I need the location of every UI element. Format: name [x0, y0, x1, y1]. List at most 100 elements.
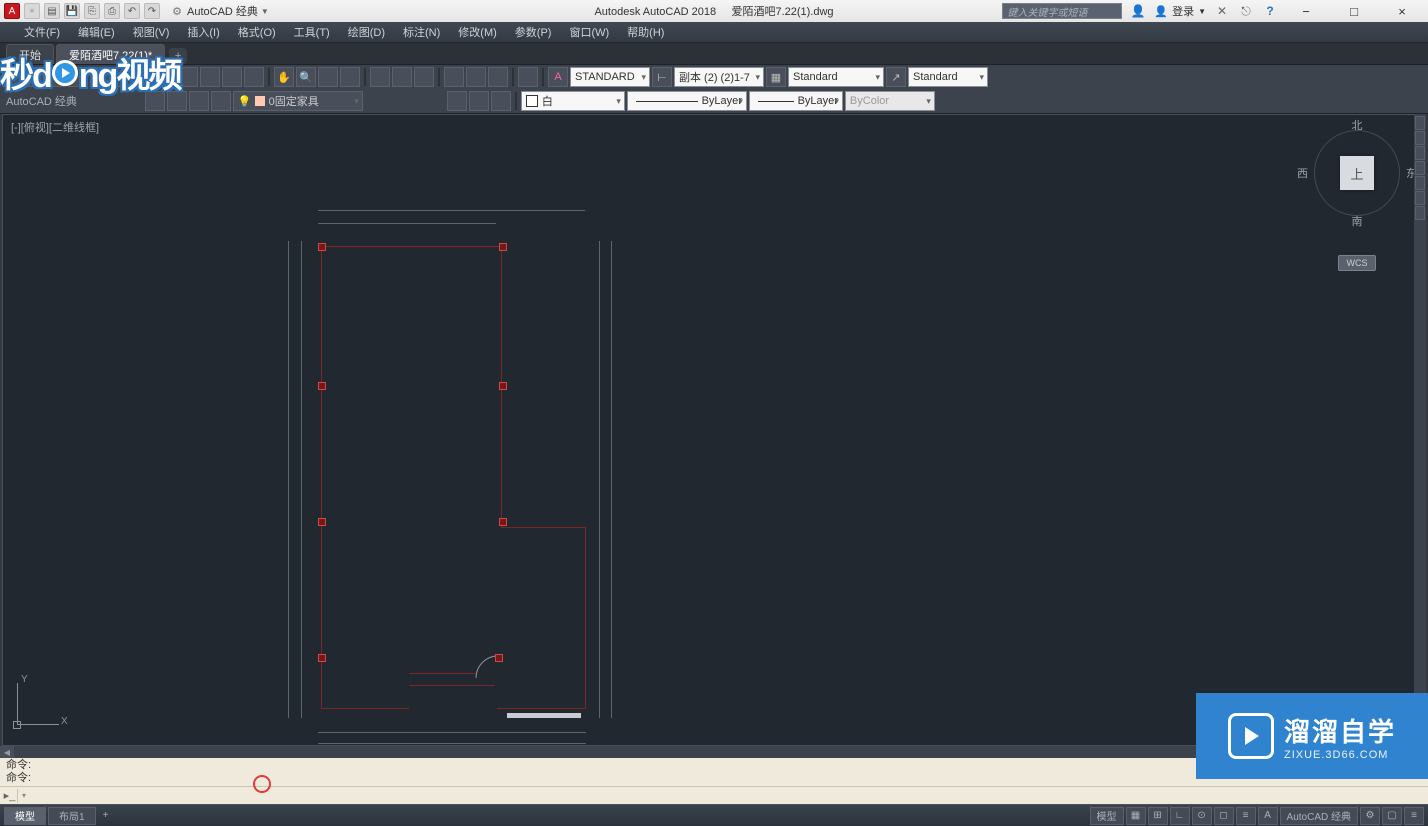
- status-menu-icon[interactable]: ≡: [1404, 807, 1424, 825]
- qat-redo-icon[interactable]: ↷: [144, 3, 160, 19]
- color-dropdown[interactable]: 白: [521, 91, 625, 111]
- menu-insert[interactable]: 插入(I): [187, 24, 219, 40]
- tab-model[interactable]: 模型: [4, 807, 46, 825]
- grip[interactable]: [495, 654, 503, 662]
- navbar-icon[interactable]: [1415, 161, 1425, 175]
- qat-new-icon[interactable]: ▫: [24, 3, 40, 19]
- infocenter-icon[interactable]: 👤: [1130, 3, 1146, 19]
- mleader-style-dropdown[interactable]: Standard: [908, 67, 988, 87]
- navbar-icon[interactable]: [1415, 146, 1425, 160]
- navbar-icon[interactable]: [1415, 191, 1425, 205]
- qat-save-icon[interactable]: 💾: [64, 3, 80, 19]
- tool-icon[interactable]: [466, 67, 486, 87]
- tool-icon[interactable]: [46, 67, 66, 87]
- tool-icon[interactable]: [340, 67, 360, 87]
- tool-icon[interactable]: [414, 67, 434, 87]
- navbar-icon[interactable]: [1415, 176, 1425, 190]
- tool-icon[interactable]: [518, 67, 538, 87]
- navbar-icon[interactable]: [1415, 206, 1425, 220]
- status-ortho-icon[interactable]: ∟: [1170, 807, 1190, 825]
- grip[interactable]: [318, 243, 326, 251]
- grip[interactable]: [318, 518, 326, 526]
- menu-file[interactable]: 文件(F): [24, 24, 60, 40]
- status-grid-icon[interactable]: ▦: [1126, 807, 1146, 825]
- table-icon[interactable]: ▦: [766, 67, 786, 87]
- command-input[interactable]: [28, 790, 1426, 802]
- tool-icon[interactable]: [24, 67, 44, 87]
- drawing-canvas[interactable]: [-][俯视][二维线框]: [2, 114, 1426, 746]
- login-button[interactable]: 👤 登录 ▼: [1154, 3, 1206, 19]
- help-search-input[interactable]: 键入关键字或短语: [1002, 3, 1122, 19]
- menu-view[interactable]: 视图(V): [133, 24, 170, 40]
- status-gear-icon[interactable]: ⚙: [1360, 807, 1380, 825]
- help-icon[interactable]: ?: [1262, 3, 1278, 19]
- layer-icon[interactable]: [189, 91, 209, 111]
- navbar-icon[interactable]: [1415, 116, 1425, 130]
- tool-icon[interactable]: [2, 67, 22, 87]
- command-line[interactable]: ▸_ ▾: [0, 786, 1428, 804]
- layer-icon[interactable]: [145, 91, 165, 111]
- tool-icon[interactable]: [112, 67, 132, 87]
- cart-icon[interactable]: ⎋: [1238, 3, 1254, 19]
- scroll-left-icon[interactable]: ◀: [0, 746, 14, 758]
- layer-icon[interactable]: [211, 91, 231, 111]
- status-anno-icon[interactable]: A: [1258, 807, 1278, 825]
- status-snap-icon[interactable]: ⊞: [1148, 807, 1168, 825]
- menu-draw[interactable]: 绘图(D): [348, 24, 385, 40]
- tool-icon[interactable]: [134, 67, 154, 87]
- status-polar-icon[interactable]: ⊙: [1192, 807, 1212, 825]
- grip[interactable]: [499, 518, 507, 526]
- tool-icon[interactable]: [244, 67, 264, 87]
- tool-icon[interactable]: [392, 67, 412, 87]
- menu-modify[interactable]: 修改(M): [458, 24, 497, 40]
- status-model-button[interactable]: 模型: [1090, 807, 1124, 825]
- add-layout-button[interactable]: +: [98, 808, 114, 824]
- menu-param[interactable]: 参数(P): [515, 24, 552, 40]
- exchange-icon[interactable]: ✕: [1214, 3, 1230, 19]
- tool-icon[interactable]: [200, 67, 220, 87]
- view-label[interactable]: [-][俯视][二维线框]: [11, 119, 99, 135]
- dim-style-dropdown[interactable]: 副本 (2) (2)1-7: [674, 67, 764, 87]
- wcs-label[interactable]: WCS: [1338, 255, 1376, 271]
- viewcube-top[interactable]: 上: [1340, 156, 1374, 190]
- minimize-button[interactable]: −: [1286, 0, 1326, 22]
- tab-start[interactable]: 开始: [6, 44, 54, 64]
- text-style-dropdown[interactable]: STANDARD: [570, 67, 650, 87]
- menu-window[interactable]: 窗口(W): [569, 24, 609, 40]
- menu-edit[interactable]: 编辑(E): [78, 24, 115, 40]
- app-menu-icon[interactable]: A: [4, 3, 20, 19]
- tool-icon[interactable]: [68, 67, 88, 87]
- tool-icon[interactable]: [491, 91, 511, 111]
- grip[interactable]: [318, 654, 326, 662]
- status-lwt-icon[interactable]: ≡: [1236, 807, 1256, 825]
- close-button[interactable]: ×: [1382, 0, 1422, 22]
- zoom-icon[interactable]: 🔍: [296, 67, 316, 87]
- maximize-button[interactable]: □: [1334, 0, 1374, 22]
- tool-icon[interactable]: [444, 67, 464, 87]
- menu-dim[interactable]: 标注(N): [403, 24, 440, 40]
- qat-undo-icon[interactable]: ↶: [124, 3, 140, 19]
- tool-icon[interactable]: [178, 67, 198, 87]
- layer-dropdown[interactable]: 💡 0固定家具: [233, 91, 363, 111]
- layer-icon[interactable]: [167, 91, 187, 111]
- grip[interactable]: [499, 382, 507, 390]
- qat-plot-icon[interactable]: ⎙: [104, 3, 120, 19]
- grip[interactable]: [499, 243, 507, 251]
- video-banner[interactable]: 溜溜自学 ZIXUE.3D66.COM: [1196, 693, 1428, 779]
- tool-icon[interactable]: [318, 67, 338, 87]
- linetype-dropdown[interactable]: ByLayer: [627, 91, 747, 111]
- tool-icon[interactable]: [488, 67, 508, 87]
- menu-help[interactable]: 帮助(H): [627, 24, 664, 40]
- status-osnap-icon[interactable]: ◻: [1214, 807, 1234, 825]
- text-icon[interactable]: A: [548, 67, 568, 87]
- status-clean-icon[interactable]: ▢: [1382, 807, 1402, 825]
- pan-icon[interactable]: ✋: [274, 67, 294, 87]
- workspace-switcher[interactable]: ⚙ AutoCAD 经典 ▼: [170, 3, 269, 19]
- qat-saveas-icon[interactable]: ⎘: [84, 3, 100, 19]
- table-style-dropdown[interactable]: Standard: [788, 67, 884, 87]
- tab-drawing[interactable]: 爱陌酒吧7.22(1)*: [56, 44, 165, 64]
- menu-tools[interactable]: 工具(T): [294, 24, 330, 40]
- status-workspace[interactable]: AutoCAD 经典: [1280, 807, 1358, 825]
- tool-icon[interactable]: [469, 91, 489, 111]
- command-icon[interactable]: ▸_: [2, 789, 18, 803]
